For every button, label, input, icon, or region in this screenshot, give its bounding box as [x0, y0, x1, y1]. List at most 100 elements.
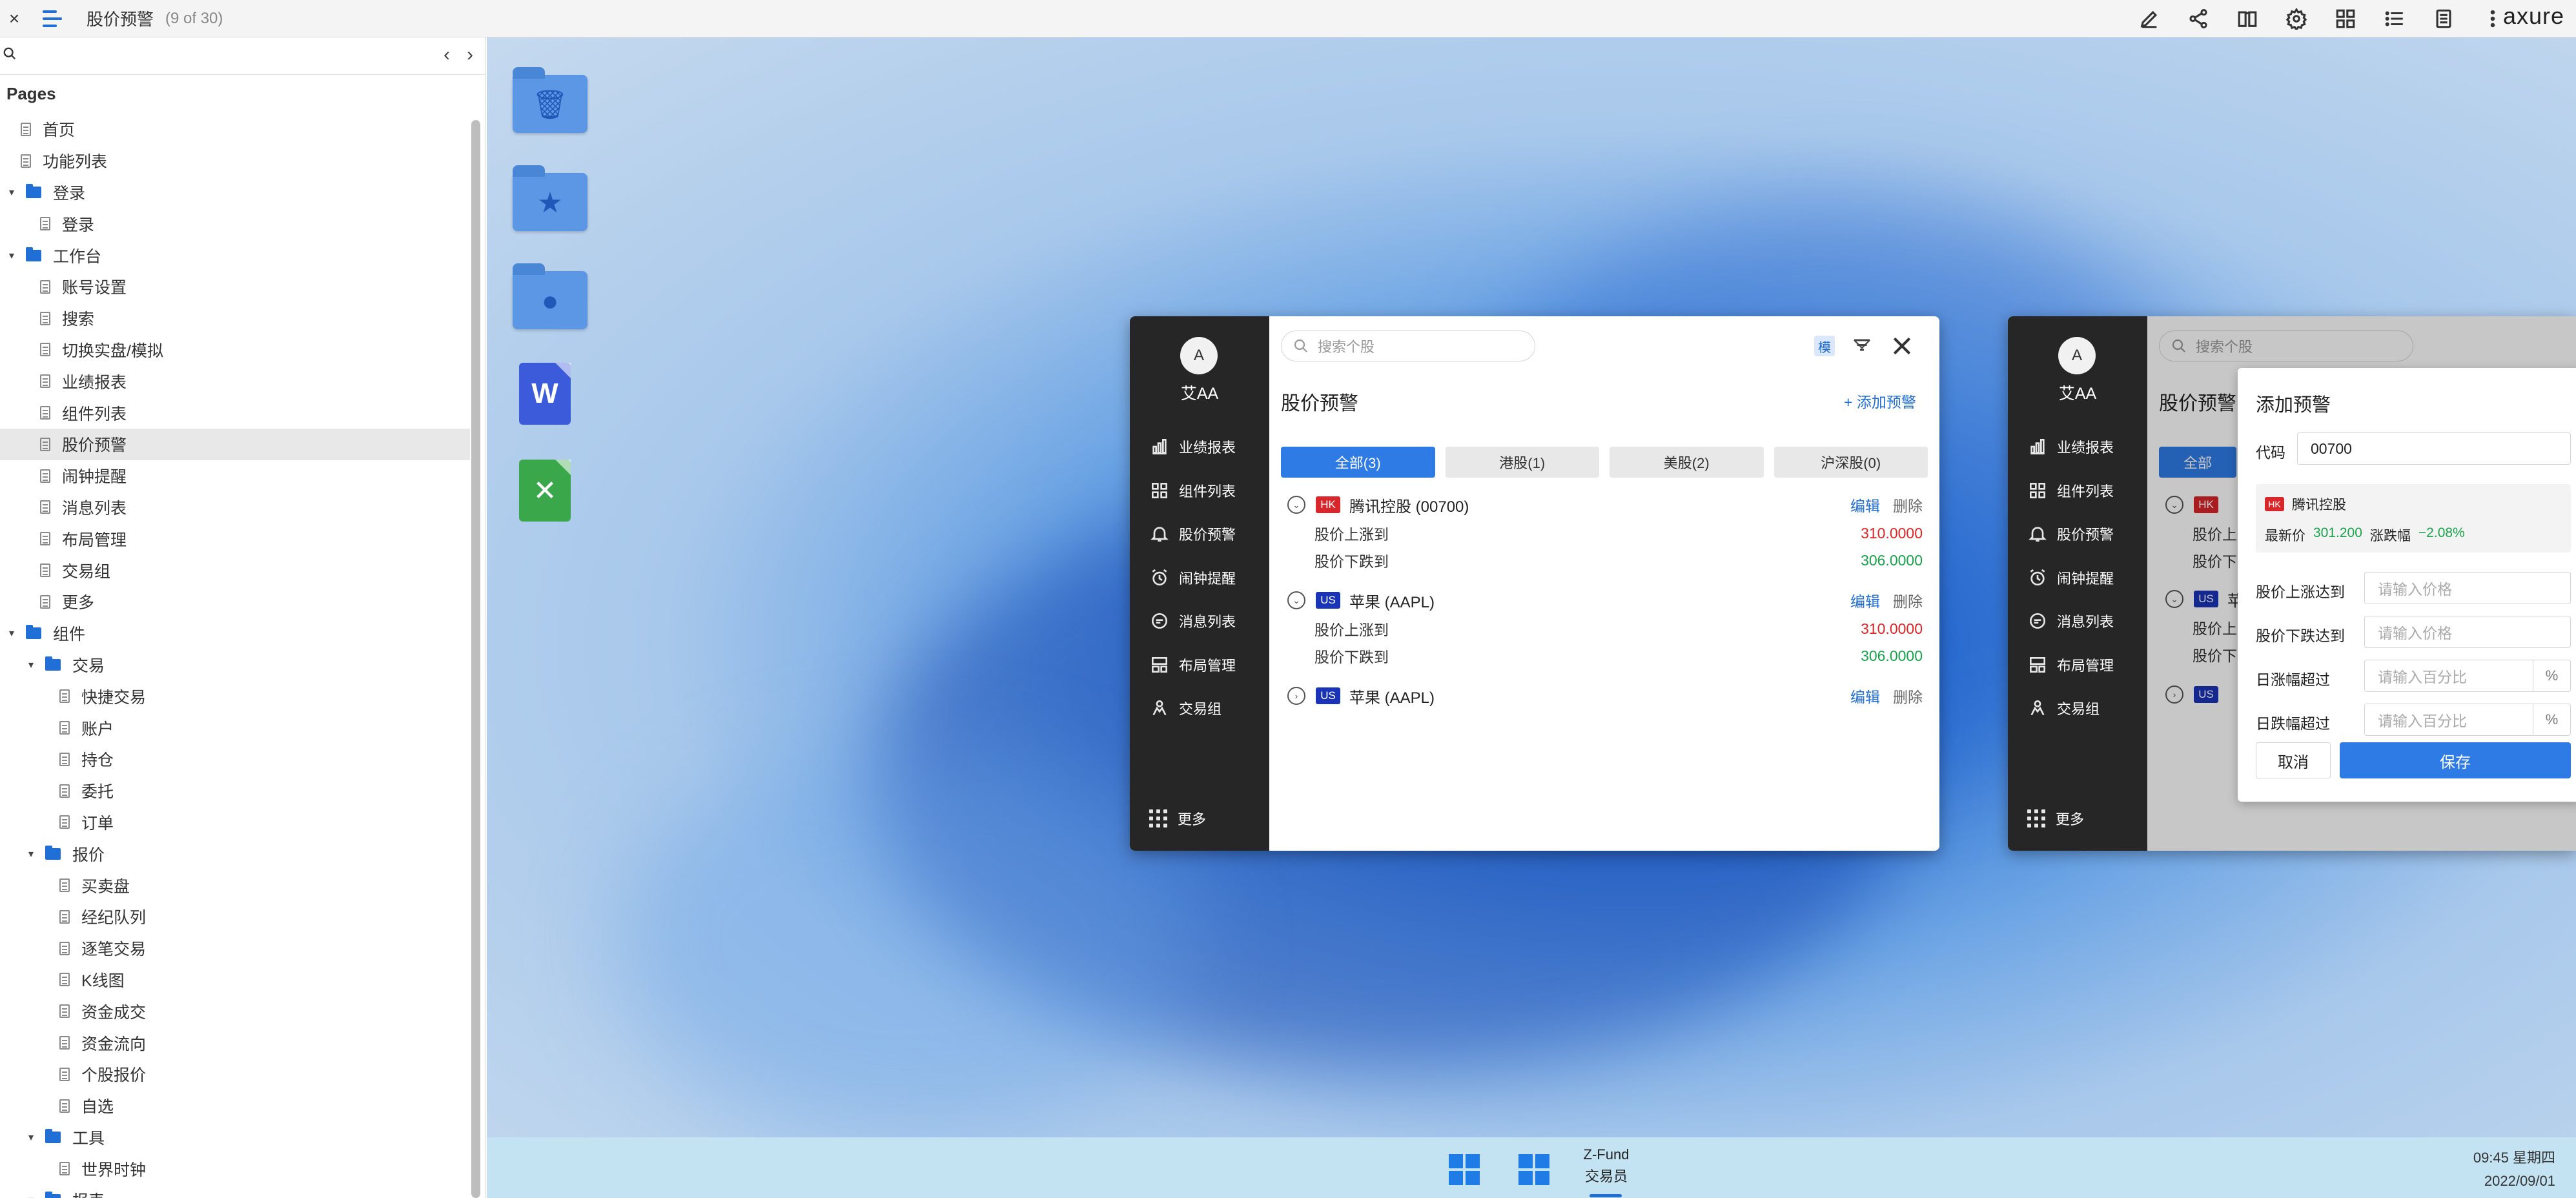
- tree-page[interactable]: K线图: [0, 964, 470, 996]
- nav-item-6[interactable]: 交易组: [1149, 695, 1222, 721]
- tree-page[interactable]: 账户: [0, 712, 470, 744]
- tree-page[interactable]: 交易组: [0, 554, 470, 586]
- expand-caret-icon[interactable]: ▾: [26, 658, 36, 671]
- alert-stock-row[interactable]: › US 苹果 (AAPL) 编辑 删除: [1287, 683, 1923, 709]
- market-tab-3[interactable]: 沪深股(0): [1774, 447, 1928, 478]
- avatar[interactable]: A: [2058, 337, 2096, 374]
- tree-page[interactable]: 登录: [0, 208, 470, 239]
- user-folder-icon[interactable]: ●: [513, 262, 588, 333]
- tree-page[interactable]: 资金流向: [0, 1027, 470, 1059]
- favorites-folder-icon[interactable]: ★: [513, 164, 588, 235]
- tree-page[interactable]: 资金成交: [0, 995, 470, 1027]
- nav-item-4[interactable]: 消息列表: [2027, 608, 2114, 634]
- edit-button[interactable]: 编辑: [1850, 494, 1880, 516]
- nav-item-3[interactable]: 闹钟提醒: [1149, 565, 1236, 591]
- expand-caret-icon[interactable]: ▾: [6, 249, 17, 262]
- sidebar-search[interactable]: ‹ ›: [0, 37, 485, 75]
- save-button[interactable]: 保存: [2340, 742, 2571, 778]
- tree-page[interactable]: 经纪队列: [0, 901, 470, 933]
- collapse-icon[interactable]: ⌄: [1287, 496, 1305, 514]
- more-icon[interactable]: [2480, 6, 2505, 31]
- close-icon[interactable]: [1889, 333, 1915, 359]
- tree-page[interactable]: 闹钟提醒: [0, 460, 470, 492]
- tree-page[interactable]: 订单: [0, 807, 470, 838]
- tree-page[interactable]: 切换实盘/模拟: [0, 334, 470, 366]
- search-icon[interactable]: [3, 46, 17, 61]
- market-tab-0[interactable]: 全部(3): [1281, 447, 1435, 478]
- tree-page[interactable]: 布局管理: [0, 523, 470, 554]
- delete-button[interactable]: 删除: [1893, 494, 1923, 516]
- tree-page[interactable]: 买卖盘: [0, 869, 470, 901]
- rise-price-input[interactable]: 请输入价格: [2364, 572, 2571, 604]
- next-page-icon[interactable]: ›: [467, 44, 473, 66]
- nav-item-0[interactable]: 业绩报表: [2027, 434, 2114, 460]
- filter-icon[interactable]: [1850, 334, 1874, 358]
- alert-stock-row[interactable]: ⌄ HK 腾讯控股 (00700) 编辑 删除: [1287, 492, 1923, 518]
- nav-item-5[interactable]: 布局管理: [1149, 652, 1236, 678]
- code-input[interactable]: 00700: [2297, 432, 2571, 465]
- nav-more[interactable]: 更多: [1149, 808, 1206, 829]
- tree-page[interactable]: 委托: [0, 775, 470, 807]
- tree-folder[interactable]: ▾ 报表: [0, 1184, 470, 1198]
- expand-icon[interactable]: ›: [1287, 687, 1305, 705]
- day-fall-percent-input[interactable]: 请输入百分比 %: [2364, 704, 2571, 736]
- tree-page[interactable]: 快捷交易: [0, 680, 470, 712]
- tree-folder[interactable]: ▾ 报价: [0, 838, 470, 869]
- tree-page[interactable]: 世界时钟: [0, 1153, 470, 1184]
- tree-page[interactable]: 个股报价: [0, 1059, 470, 1090]
- edit-button[interactable]: 编辑: [1850, 685, 1880, 707]
- nav-item-5[interactable]: 布局管理: [2027, 652, 2114, 678]
- tree-page[interactable]: 更多: [0, 586, 470, 618]
- sitemap-menu-icon[interactable]: [43, 6, 68, 32]
- excel-doc-icon[interactable]: ✕: [513, 460, 588, 531]
- trash-folder-icon[interactable]: 🗑: [513, 66, 588, 137]
- alert-stock-row[interactable]: ⌄ US 苹果 (AAPL) 编辑 删除: [1287, 587, 1923, 613]
- fall-price-input[interactable]: 请输入价格: [2364, 616, 2571, 648]
- tree-page[interactable]: 组件列表: [0, 397, 470, 429]
- list-icon[interactable]: [2382, 6, 2407, 31]
- tree-page[interactable]: 搜索: [0, 303, 470, 334]
- nav-more[interactable]: 更多: [2027, 808, 2084, 829]
- nav-item-3[interactable]: 闹钟提醒: [2027, 565, 2114, 591]
- word-doc-icon[interactable]: W: [513, 363, 588, 434]
- tree-folder[interactable]: ▾ 交易: [0, 649, 470, 681]
- tree-folder[interactable]: ▾ 组件: [0, 618, 470, 649]
- tree-page[interactable]: 业绩报表: [0, 365, 470, 397]
- expand-caret-icon[interactable]: ▾: [26, 848, 36, 860]
- day-rise-percent-input[interactable]: 请输入百分比 %: [2364, 660, 2571, 692]
- add-alert-button[interactable]: + 添加预警: [1844, 390, 1916, 412]
- tree-folder[interactable]: ▾ 工作台: [0, 239, 470, 271]
- avatar[interactable]: A: [1180, 337, 1218, 374]
- sidebar-scrollbar[interactable]: [471, 120, 480, 1198]
- expand-caret-icon[interactable]: ▾: [6, 186, 17, 199]
- collapse-icon[interactable]: ⌄: [1287, 591, 1305, 609]
- market-tab-1[interactable]: 港股(1): [1445, 447, 1599, 478]
- expand-caret-icon[interactable]: ▾: [6, 627, 17, 640]
- edit-button[interactable]: 编辑: [1850, 589, 1880, 611]
- tree-page[interactable]: 功能列表: [0, 145, 470, 177]
- taskbar-app-zfund[interactable]: Z-Fund 交易员: [1575, 1144, 1637, 1188]
- nav-item-2[interactable]: 股价预警: [2027, 521, 2114, 547]
- book-icon[interactable]: [2235, 6, 2260, 31]
- expand-caret-icon[interactable]: ▾: [26, 1131, 36, 1144]
- delete-button[interactable]: 删除: [1893, 589, 1923, 611]
- tree-page[interactable]: 自选: [0, 1090, 470, 1122]
- share-icon[interactable]: [2186, 6, 2211, 31]
- tree-page[interactable]: 消息列表: [0, 492, 470, 523]
- market-tab-2[interactable]: 美股(2): [1610, 447, 1764, 478]
- close-icon[interactable]: ×: [3, 8, 26, 29]
- grid-icon[interactable]: [2333, 6, 2358, 31]
- tree-page[interactable]: 持仓: [0, 744, 470, 775]
- nav-item-6[interactable]: 交易组: [2027, 695, 2100, 721]
- start-menu-icon[interactable]: [1449, 1154, 1480, 1185]
- windows-app-icon[interactable]: [1518, 1154, 1549, 1185]
- simulation-mode-badge[interactable]: 模: [1814, 336, 1835, 356]
- document-icon[interactable]: [2431, 6, 2456, 31]
- delete-button[interactable]: 删除: [1893, 685, 1923, 707]
- nav-item-1[interactable]: 组件列表: [2027, 478, 2114, 503]
- tree-page[interactable]: 股价预警: [0, 428, 470, 460]
- nav-item-2[interactable]: 股价预警: [1149, 521, 1236, 547]
- tree-page[interactable]: 首页: [0, 114, 470, 145]
- nav-item-0[interactable]: 业绩报表: [1149, 434, 1236, 460]
- nav-item-4[interactable]: 消息列表: [1149, 608, 1236, 634]
